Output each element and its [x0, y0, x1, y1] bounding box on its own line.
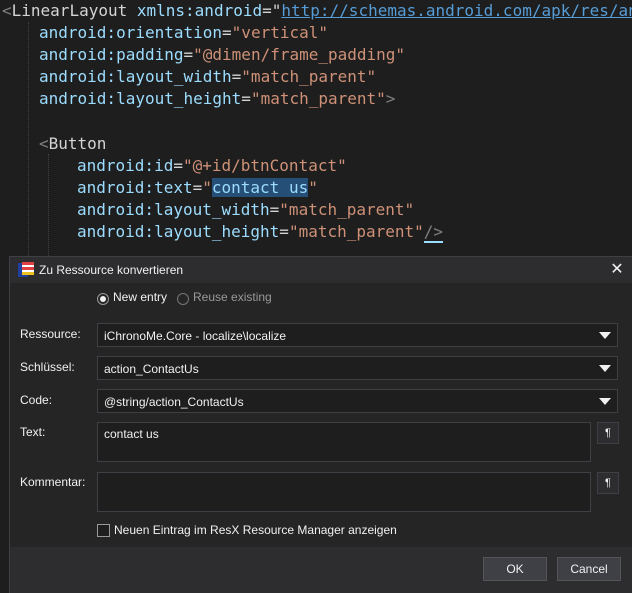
- equals: =: [173, 156, 183, 175]
- tag-bracket: />: [423, 222, 444, 243]
- attribute-name: android:padding: [39, 45, 184, 64]
- attribute-value: "match_parent": [250, 89, 386, 108]
- text-label: Text:: [20, 425, 46, 439]
- attribute-value: "match_parent": [279, 200, 415, 219]
- code-line-10: android:layout_width="match_parent": [77, 199, 414, 221]
- attribute-value: "vertical": [231, 23, 328, 42]
- tag-bracket: <: [39, 134, 49, 153]
- attribute-name: android:id: [77, 156, 174, 175]
- close-button[interactable]: ✕: [607, 260, 627, 280]
- comment-field[interactable]: [97, 472, 591, 512]
- code-line-5: android:layout_height="match_parent">: [39, 88, 395, 110]
- tag-name: Button: [48, 134, 107, 153]
- attribute-name: android:layout_height: [77, 222, 280, 241]
- chevron-down-icon[interactable]: [599, 398, 611, 405]
- reuse-existing-radio[interactable]: [177, 293, 189, 305]
- code-label: Code:: [20, 393, 53, 407]
- code-line-4: android:layout_width="match_parent": [39, 66, 376, 88]
- code-line-3: android:padding="@dimen/frame_padding": [39, 44, 405, 66]
- new-entry-label[interactable]: New entry: [113, 290, 167, 304]
- dialog-titlebar[interactable]: Zu Ressource konvertieren ✕: [10, 257, 632, 283]
- attribute-name: android:layout_height: [39, 89, 242, 108]
- equals: =: [241, 89, 251, 108]
- key-value: action_ContactUs: [104, 362, 199, 376]
- namespace-link[interactable]: http://schemas.android.com/apk/res/andr: [281, 1, 632, 20]
- new-entry-radio[interactable]: [97, 293, 109, 305]
- equals: =: [269, 200, 280, 219]
- chevron-down-icon[interactable]: [599, 332, 611, 339]
- dialog-footer: OK Cancel: [10, 547, 632, 593]
- dialog-title: Zu Ressource konvertieren: [39, 263, 184, 277]
- convert-to-resource-dialog: Zu Ressource konvertieren ✕ New entry Re…: [9, 256, 632, 593]
- code-line-2: android:orientation="vertical": [39, 22, 328, 44]
- code-line-11: android:layout_height="match_parent"/>: [77, 221, 444, 243]
- text-pilcrow-button[interactable]: ¶: [597, 422, 619, 444]
- tag-bracket: <: [2, 1, 12, 20]
- code-line-7: <Button: [39, 133, 106, 155]
- attribute-name: android:layout_width: [39, 67, 232, 86]
- equals: =: [222, 23, 232, 42]
- tag-name: LinearLayout: [11, 1, 128, 20]
- equals: =": [262, 1, 282, 20]
- resource-value: iChronoMe.Core - localize\localize: [104, 329, 287, 343]
- attribute-name: android:text: [77, 178, 193, 197]
- equals: =: [231, 67, 242, 86]
- code-line-8: android:id="@+id/btnContact": [77, 155, 347, 177]
- ok-button[interactable]: OK: [483, 557, 547, 581]
- key-select[interactable]: action_ContactUs: [97, 356, 618, 380]
- comment-pilcrow-button[interactable]: ¶: [597, 472, 619, 494]
- resource-select[interactable]: iChronoMe.Core - localize\localize: [97, 323, 618, 347]
- attribute-name: android:layout_width: [77, 200, 270, 219]
- show-in-manager-label[interactable]: Neuen Eintrag im ResX Resource Manager a…: [114, 523, 397, 537]
- quote: ": [308, 178, 318, 197]
- attribute-value: "match_parent": [241, 67, 377, 86]
- code-value: @string/action_ContactUs: [104, 395, 244, 409]
- indent-guide: [48, 154, 50, 256]
- attribute-name: xmlns:android: [136, 1, 263, 20]
- quote: ": [202, 178, 212, 197]
- text-field[interactable]: contact us: [97, 422, 591, 462]
- equals: =: [279, 222, 289, 241]
- cancel-button[interactable]: Cancel: [557, 557, 621, 581]
- attribute-value: "@dimen/frame_padding": [193, 45, 406, 64]
- code-select[interactable]: @string/action_ContactUs: [97, 389, 618, 413]
- code-line-1: <LinearLayout xmlns:android="http://sche…: [2, 0, 632, 22]
- selected-text[interactable]: contact us: [211, 178, 309, 197]
- reuse-existing-label[interactable]: Reuse existing: [193, 290, 272, 304]
- code-line-9: android:text="contact us": [77, 177, 318, 199]
- flag-icon: [18, 262, 34, 277]
- key-label: Schlüssel:: [20, 360, 75, 374]
- resource-label: Ressource:: [20, 327, 81, 341]
- attribute-value: "match_parent": [288, 222, 424, 241]
- chevron-down-icon[interactable]: [599, 365, 611, 372]
- attribute-name: android:orientation: [39, 23, 223, 42]
- text-value: contact us: [104, 427, 159, 441]
- show-in-manager-checkbox[interactable]: [97, 524, 110, 537]
- tag-bracket: >: [385, 89, 396, 108]
- comment-label: Kommentar:: [20, 475, 86, 489]
- code-editor[interactable]: <LinearLayout xmlns:android="http://sche…: [0, 0, 632, 256]
- indent-guide: [28, 22, 30, 256]
- equals: =: [183, 45, 194, 64]
- attribute-value: "@+id/btnContact": [182, 156, 347, 175]
- equals: =: [192, 178, 203, 197]
- dialog-content: New entry Reuse existing Ressource: iChr…: [10, 283, 632, 547]
